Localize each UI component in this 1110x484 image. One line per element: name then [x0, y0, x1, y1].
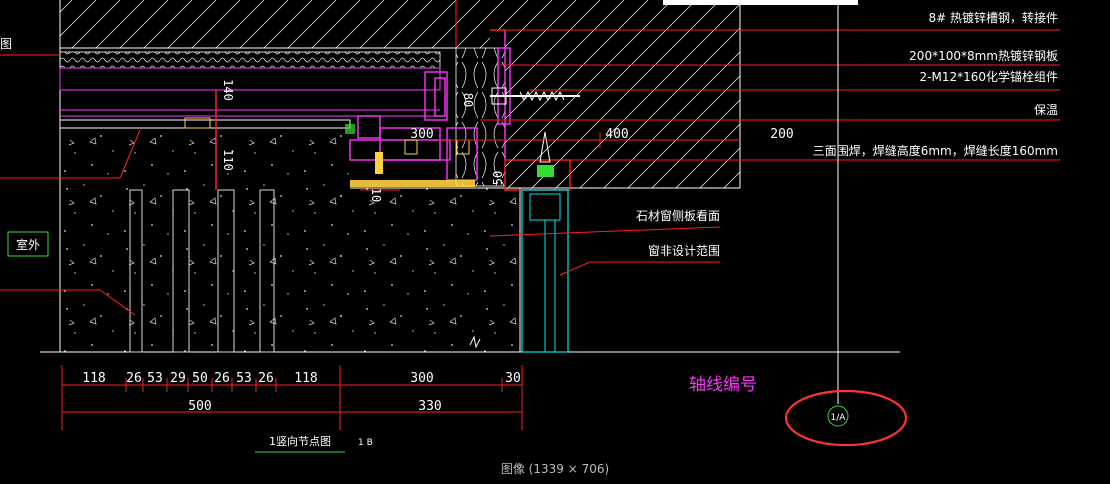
callout-window-scope: 窗非设计范围: [648, 244, 720, 258]
dim-row1-item: 118: [294, 371, 317, 386]
cad-drawing: 8# 热镀锌槽钢，转接件 200*100*8mm热镀锌钢板 2-M12*160化…: [0, 0, 1060, 453]
dim-row1-item: 26: [258, 371, 274, 386]
label-outdoor: 室外: [16, 237, 40, 252]
label-left-edge: 图: [0, 37, 12, 51]
sealant-block: [345, 124, 355, 134]
callout-stone-face: 石材窗侧板看面: [636, 209, 720, 223]
callout-insulation: 保温: [1034, 103, 1058, 117]
bolt-head: [404, 139, 418, 155]
dim-10: 10: [369, 188, 383, 202]
label-axis-number: 轴线编号: [689, 375, 757, 395]
dim-50: 50: [491, 171, 505, 185]
dim-300-top: 300: [410, 127, 433, 142]
highlight-circle: [784, 389, 908, 447]
dim-200: 200: [770, 127, 793, 142]
dim-row2-item: 330: [418, 399, 441, 414]
dim-row1-item: 30: [505, 371, 521, 386]
dim-row1-item: 53: [147, 371, 163, 386]
dim-400: 400: [605, 127, 628, 142]
dim-80: 80: [461, 93, 475, 107]
detail-sub: 1 B: [358, 438, 373, 448]
dim-row1-item: 118: [82, 371, 105, 386]
base-plate: [350, 180, 475, 187]
callout-anchor-bolt: 2-M12*160化学锚栓组件: [920, 69, 1059, 84]
dim-row2-item: 500: [188, 399, 211, 414]
dim-row1-item: 53: [236, 371, 252, 386]
dim-row1-item: 26: [214, 371, 230, 386]
label-axis-bubble: 1/A: [831, 413, 847, 423]
callout-weld: 三面围焊，焊缝高度6mm，焊缝长度160mm: [813, 143, 1058, 158]
callout-channel-steel: 8# 热镀锌槽钢，转接件: [928, 10, 1058, 25]
callout-steel-plate: 200*100*8mm热镀锌钢板: [909, 49, 1058, 63]
dim-row1-item: 50: [192, 371, 208, 386]
dim-110: 110: [221, 149, 235, 171]
dim-row1-item: 300: [410, 371, 433, 386]
dim-row1-item: 26: [126, 371, 142, 386]
bolt-detail: [375, 152, 383, 174]
dim-140: 140: [221, 79, 235, 101]
detail-title: 1竖向节点图: [269, 434, 331, 448]
dim-row1-item: 29: [170, 371, 186, 386]
image-caption: 图像 (1339 × 706): [500, 462, 610, 476]
